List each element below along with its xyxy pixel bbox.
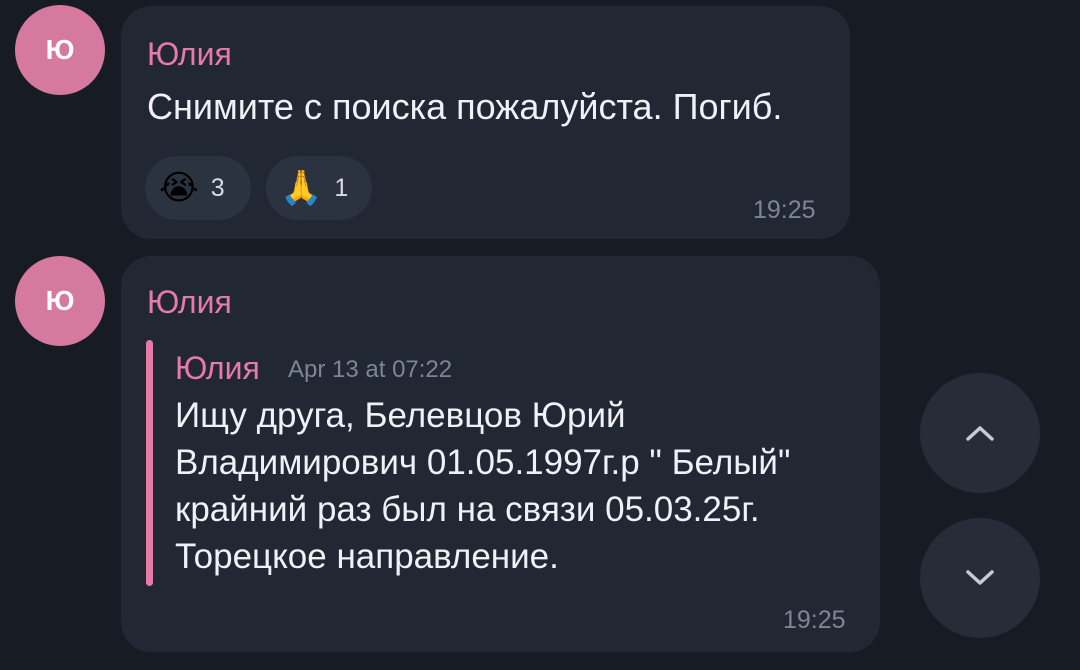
forwarded-text-line: крайний раз был на связи 05.03.25г.	[175, 490, 760, 529]
reaction-count: 1	[334, 173, 349, 202]
forwarded-text-line: Торецкое направление.	[175, 537, 559, 576]
message-bubble[interactable]: Юлия Снимите с поиска пожалуйста. Погиб.…	[121, 6, 850, 239]
forwarded-text-line: Владимирович 01.05.1997г.р " Белый"	[175, 443, 791, 482]
message-time: 19:25	[753, 196, 816, 224]
avatar-letter: Ю	[45, 285, 75, 316]
reaction-crying[interactable]: 😭 3	[145, 156, 251, 220]
avatar-letter: Ю	[45, 34, 75, 65]
scroll-down-button[interactable]	[920, 518, 1040, 638]
reaction-count: 3	[210, 173, 225, 202]
forward-quote-bar	[146, 340, 153, 586]
chevron-down-icon	[966, 570, 994, 585]
message-text: Снимите с поиска пожалуйста. Погиб.	[147, 86, 783, 127]
reaction-pray[interactable]: 🙏 1	[266, 156, 372, 220]
folded-hands-icon: 🙏	[280, 169, 323, 207]
forwarded-text: Ищу друга, Белевцов Юрий Владимирович 01…	[175, 392, 875, 580]
forwarded-text-line: Ищу друга, Белевцов Юрий	[175, 396, 626, 435]
avatar[interactable]: Ю	[15, 256, 105, 346]
forwarded-sender[interactable]: Юлия	[175, 350, 260, 387]
forwarded-date: Apr 13 at 07:22	[288, 356, 453, 383]
loudly-crying-face-icon: 😭	[159, 169, 199, 207]
scroll-up-button[interactable]	[920, 373, 1040, 493]
message-time: 19:25	[783, 606, 846, 634]
avatar[interactable]: Ю	[15, 5, 105, 95]
sender-name[interactable]: Юлия	[147, 36, 232, 73]
chevron-up-icon	[966, 426, 994, 441]
sender-name[interactable]: Юлия	[147, 284, 232, 321]
